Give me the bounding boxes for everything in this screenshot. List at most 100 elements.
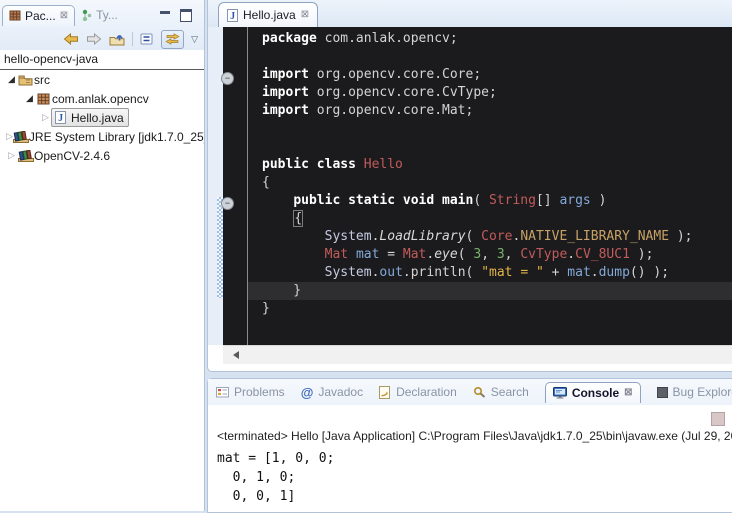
tab-label: Declaration xyxy=(396,385,457,399)
code-line[interactable]: public static void main( String[] args ) xyxy=(248,192,732,210)
fold-collapse-icon[interactable]: − xyxy=(221,72,234,85)
fold-collapse-icon[interactable]: − xyxy=(221,197,234,210)
console-output-line: mat = [1, 0, 0; xyxy=(217,449,732,468)
code-line[interactable] xyxy=(248,48,732,66)
code-line[interactable]: { xyxy=(248,174,732,192)
selected-row-highlight[interactable]: J Hello.java xyxy=(51,108,129,127)
code-area[interactable]: package com.anlak.opencv; import org.ope… xyxy=(248,27,732,348)
type-hierarchy-icon xyxy=(81,9,92,21)
package-explorer-icon xyxy=(9,10,21,21)
scroll-left-arrow-icon[interactable] xyxy=(233,351,239,359)
package-explorer-toolbar: ▽ xyxy=(0,28,198,50)
library-icon xyxy=(13,131,29,143)
code-line[interactable]: System.out.println( "mat = " + mat.dump(… xyxy=(248,264,732,282)
package-icon xyxy=(35,93,52,105)
editor-tab-row: J Hello.java ⊠ xyxy=(208,0,732,27)
expanded-arrow-icon[interactable]: ◢ xyxy=(6,74,17,85)
minimize-icon[interactable] xyxy=(160,11,170,14)
code-line[interactable]: { xyxy=(248,210,732,228)
code-line[interactable]: import org.opencv.core.Core; xyxy=(248,66,732,84)
view-window-buttons xyxy=(160,9,202,22)
tree-item-label: JRE System Library [jdk1.7.0_25] xyxy=(29,130,204,144)
problems-icon xyxy=(216,386,229,398)
tab-type-hierarchy[interactable]: Ty... xyxy=(75,5,124,25)
close-icon[interactable]: ⊠ xyxy=(60,11,68,21)
java-file-icon: J xyxy=(227,9,238,22)
code-line[interactable]: Mat mat = Mat.eye( 3, 3, CvType.CV_8UC1 … xyxy=(248,246,732,264)
package-explorer-panel: Pac... ⊠ Ty... xyxy=(0,0,205,511)
package-explorer-header: Pac... ⊠ Ty... xyxy=(0,0,204,51)
code-line[interactable] xyxy=(248,120,732,138)
declaration-icon xyxy=(379,386,391,399)
editor-body: − − package com.anlak.opencv; import org… xyxy=(208,27,732,345)
bug-square-icon xyxy=(657,387,668,398)
tree-item-label: src xyxy=(34,73,50,87)
tab-label: Bug Explorer xyxy=(673,385,732,399)
tree-item-hello-java[interactable]: ▷ J Hello.java xyxy=(0,108,204,127)
svg-text:J: J xyxy=(230,11,235,22)
code-line[interactable] xyxy=(248,138,732,156)
tab-label: Ty... xyxy=(96,8,118,22)
view-menu-icon[interactable]: ▽ xyxy=(191,34,198,45)
expanded-arrow-icon[interactable]: ◢ xyxy=(24,93,35,104)
tab-search[interactable]: Search xyxy=(473,385,529,399)
tree-item-label: com.anlak.opencv xyxy=(52,92,149,106)
up-folder-icon[interactable] xyxy=(109,33,125,46)
collapsed-arrow-icon[interactable]: ▷ xyxy=(40,112,51,123)
tab-problems[interactable]: Problems xyxy=(216,385,285,399)
console-status-line: <terminated> Hello [Java Application] C:… xyxy=(217,429,732,443)
console-output-line: 0, 0, 1] xyxy=(217,487,732,506)
tree-item-opencv-library[interactable]: ▷ OpenCV-2.4.6 xyxy=(0,146,204,165)
svg-text:J: J xyxy=(58,113,63,124)
code-line[interactable]: package com.anlak.opencv; xyxy=(248,30,732,48)
code-line[interactable]: } xyxy=(248,282,732,300)
tree-item-jre-library[interactable]: ▷ JRE System Library [jdk1.7.0_25] xyxy=(0,127,204,146)
project-tree: hello-opencv-java ◢ src ◢ com.anlak.open… xyxy=(0,50,204,511)
code-line[interactable]: import org.opencv.core.CvType; xyxy=(248,84,732,102)
collapsed-arrow-icon[interactable]: ▷ xyxy=(6,131,13,142)
code-line[interactable]: import org.opencv.core.Mat; xyxy=(248,102,732,120)
library-icon xyxy=(17,150,34,162)
tree-item-src[interactable]: ◢ src xyxy=(0,70,204,89)
java-file-icon: J xyxy=(54,111,67,124)
close-icon[interactable]: ⊠ xyxy=(624,388,632,398)
folder-icon xyxy=(17,74,34,86)
tree-root-project[interactable]: hello-opencv-java xyxy=(0,50,204,70)
console-panel: Problems @ Javadoc Declaration Search Co… xyxy=(207,378,732,513)
tab-bug-explorer[interactable]: Bug Explorer xyxy=(657,385,732,399)
console-tab-row: Problems @ Javadoc Declaration Search Co… xyxy=(208,379,732,405)
tree-item-package[interactable]: ◢ com.anlak.opencv xyxy=(0,89,204,108)
left-panel-tab-row: Pac... ⊠ Ty... xyxy=(2,2,202,28)
tab-label: Search xyxy=(491,385,529,399)
tab-label: Javadoc xyxy=(318,385,363,399)
editor-group: J Hello.java ⊠ − − package com.anlak.ope… xyxy=(207,0,732,372)
tab-label: Problems xyxy=(234,385,285,399)
editor-tab-hello-java[interactable]: J Hello.java ⊠ xyxy=(218,2,318,27)
tab-label: Pac... xyxy=(25,9,56,23)
collapsed-arrow-icon[interactable]: ▷ xyxy=(6,150,17,161)
link-with-editor-icon[interactable] xyxy=(161,30,184,49)
back-arrow-icon[interactable] xyxy=(63,33,79,45)
tab-declaration[interactable]: Declaration xyxy=(379,385,457,399)
code-line[interactable]: public class Hello xyxy=(248,156,732,174)
search-icon xyxy=(473,386,486,398)
tab-javadoc[interactable]: @ Javadoc xyxy=(301,385,363,400)
tab-console[interactable]: Console ⊠ xyxy=(545,382,641,403)
forward-arrow-icon[interactable] xyxy=(86,33,102,45)
collapse-all-icon[interactable] xyxy=(140,33,154,45)
tab-package-explorer[interactable]: Pac... ⊠ xyxy=(2,5,75,26)
tab-label: Console xyxy=(572,386,619,400)
tree-item-label: Hello.java xyxy=(71,111,124,125)
horizontal-scrollbar[interactable] xyxy=(223,345,732,364)
maximize-icon[interactable] xyxy=(180,9,192,22)
terminate-button[interactable] xyxy=(711,412,725,426)
code-line[interactable]: } xyxy=(248,300,732,318)
close-icon[interactable]: ⊠ xyxy=(301,10,309,20)
javadoc-icon: @ xyxy=(301,385,314,400)
toolbar-separator xyxy=(132,32,133,46)
console-output[interactable]: mat = [1, 0, 0; 0, 1, 0; 0, 0, 1] xyxy=(217,449,732,512)
console-icon xyxy=(553,387,567,399)
code-line[interactable]: System.LoadLibrary( Core.NATIVE_LIBRARY_… xyxy=(248,228,732,246)
console-output-line: 0, 1, 0; xyxy=(217,468,732,487)
tree-item-label: OpenCV-2.4.6 xyxy=(34,149,110,163)
